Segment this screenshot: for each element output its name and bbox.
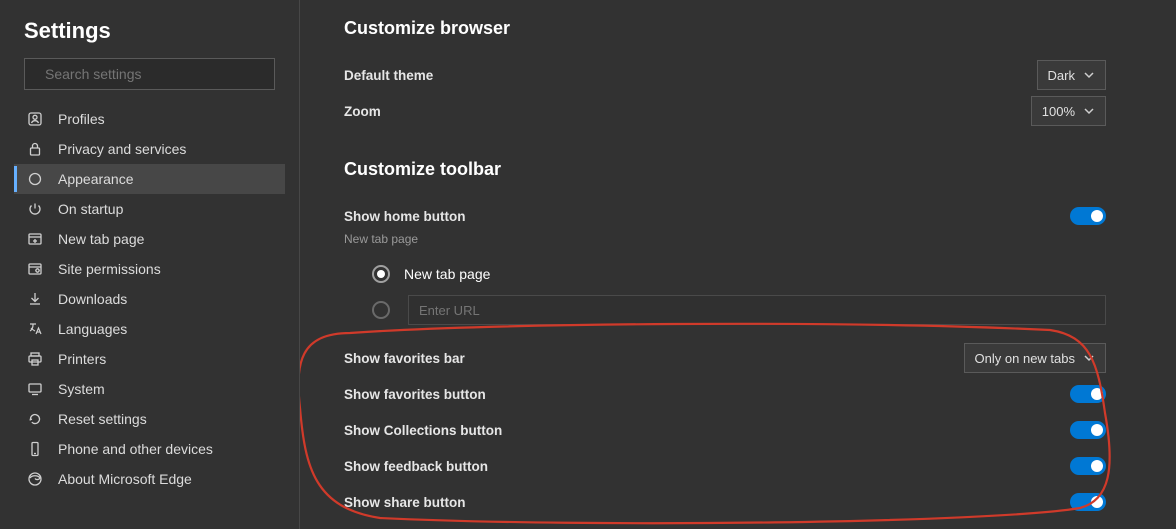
sidebar-item-site-permissions[interactable]: Site permissions [14,254,285,284]
favorites-bar-value: Only on new tabs [975,351,1075,366]
favorites-button-label: Show favorites button [344,387,486,402]
radio-row-url[interactable] [372,292,1106,328]
radio-newtab-label: New tab page [404,266,490,282]
sidebar-item-label: Profiles [58,111,105,127]
home-button-toggle[interactable] [1070,207,1106,225]
settings-title: Settings [0,14,299,58]
languages-icon [26,320,44,338]
edge-icon [26,470,44,488]
chevron-down-icon [1083,105,1095,117]
collections-button-label: Show Collections button [344,423,502,438]
row-share-button: Show share button [344,484,1106,520]
home-url-input[interactable] [408,295,1106,325]
favorites-bar-label: Show favorites bar [344,351,465,366]
search-input[interactable] [45,66,264,82]
row-home-button: Show home button [344,198,1106,234]
phone-icon [26,440,44,458]
sidebar-item-printers[interactable]: Printers [14,344,285,374]
home-button-note: New tab page [344,232,1106,246]
sidebar-item-downloads[interactable]: Downloads [14,284,285,314]
search-box[interactable] [24,58,275,90]
sidebar-item-languages[interactable]: Languages [14,314,285,344]
zoom-value: 100% [1042,104,1075,119]
search-container [0,58,299,102]
download-icon [26,290,44,308]
sidebar-item-about[interactable]: About Microsoft Edge [14,464,285,494]
chevron-down-icon [1083,352,1095,364]
sidebar-item-label: System [58,381,105,397]
share-button-label: Show share button [344,495,466,510]
chevron-down-icon [1083,69,1095,81]
radio-row-newtab[interactable]: New tab page [372,256,1106,292]
home-button-target-group: New tab page [344,256,1106,328]
system-icon [26,380,44,398]
sidebar-item-label: About Microsoft Edge [58,471,192,487]
sidebar-item-label: Languages [58,321,127,337]
radio-url[interactable] [372,301,390,319]
newtab-icon [26,230,44,248]
permissions-icon [26,260,44,278]
sidebar-item-label: Appearance [58,171,134,187]
sidebar-item-label: Printers [58,351,106,367]
default-theme-select[interactable]: Dark [1037,60,1106,90]
sidebar-item-label: Site permissions [58,261,161,277]
sidebar-item-profiles[interactable]: Profiles [14,104,285,134]
row-favorites-bar: Show favorites bar Only on new tabs [344,340,1106,376]
settings-content: Customize browser Default theme Dark Zoo… [300,0,1176,529]
default-theme-label: Default theme [344,68,433,83]
collections-button-toggle[interactable] [1070,421,1106,439]
row-zoom: Zoom 100% [344,93,1106,129]
sidebar-item-label: New tab page [58,231,144,247]
radio-newtab[interactable] [372,265,390,283]
share-button-toggle[interactable] [1070,493,1106,511]
row-default-theme: Default theme Dark [344,57,1106,93]
zoom-select[interactable]: 100% [1031,96,1106,126]
appearance-icon [26,170,44,188]
favorites-bar-select[interactable]: Only on new tabs [964,343,1106,373]
section-title-customize-toolbar: Customize toolbar [344,159,1106,180]
sidebar-item-label: Phone and other devices [58,441,213,457]
lock-icon [26,140,44,158]
sidebar-item-startup[interactable]: On startup [14,194,285,224]
feedback-button-label: Show feedback button [344,459,488,474]
zoom-label: Zoom [344,104,381,119]
row-favorites-button: Show favorites button [344,376,1106,412]
sidebar-item-label: Reset settings [58,411,147,427]
sidebar-item-reset[interactable]: Reset settings [14,404,285,434]
sidebar-item-label: Privacy and services [58,141,186,157]
row-feedback-button: Show feedback button [344,448,1106,484]
sidebar-item-privacy[interactable]: Privacy and services [14,134,285,164]
sidebar-item-phone[interactable]: Phone and other devices [14,434,285,464]
sidebar-item-label: Downloads [58,291,127,307]
feedback-button-toggle[interactable] [1070,457,1106,475]
default-theme-value: Dark [1048,68,1075,83]
section-title-customize-browser: Customize browser [344,18,1106,39]
settings-sidebar: Settings Profiles Privacy and services [0,0,300,529]
row-collections-button: Show Collections button [344,412,1106,448]
settings-nav: Profiles Privacy and services Appearance… [0,102,299,494]
sidebar-item-appearance[interactable]: Appearance [14,164,285,194]
sidebar-item-label: On startup [58,201,123,217]
reset-icon [26,410,44,428]
printer-icon [26,350,44,368]
home-button-label: Show home button [344,209,465,224]
sidebar-item-newtab[interactable]: New tab page [14,224,285,254]
power-icon [26,200,44,218]
sidebar-item-system[interactable]: System [14,374,285,404]
profile-icon [26,110,44,128]
favorites-button-toggle[interactable] [1070,385,1106,403]
